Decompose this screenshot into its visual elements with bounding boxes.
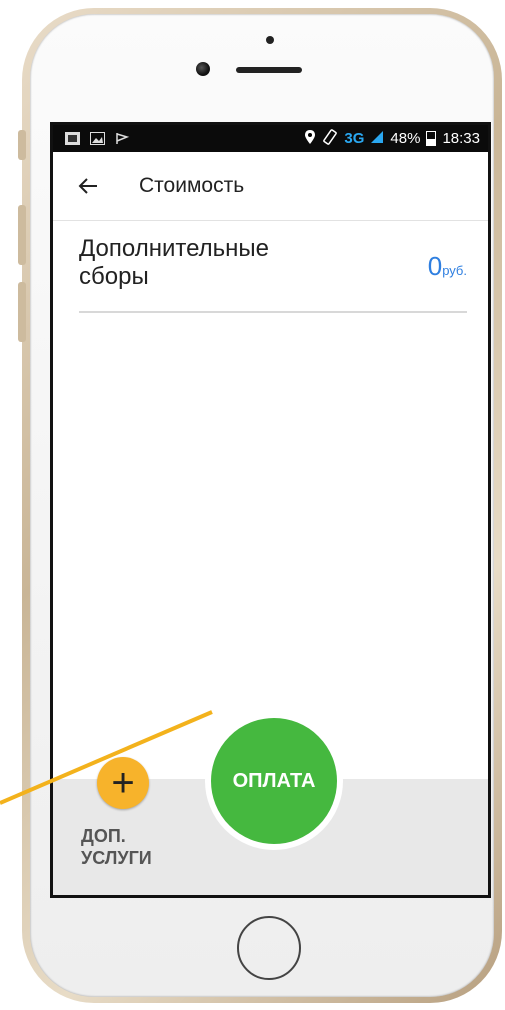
annotation-pointer: [0, 710, 213, 805]
